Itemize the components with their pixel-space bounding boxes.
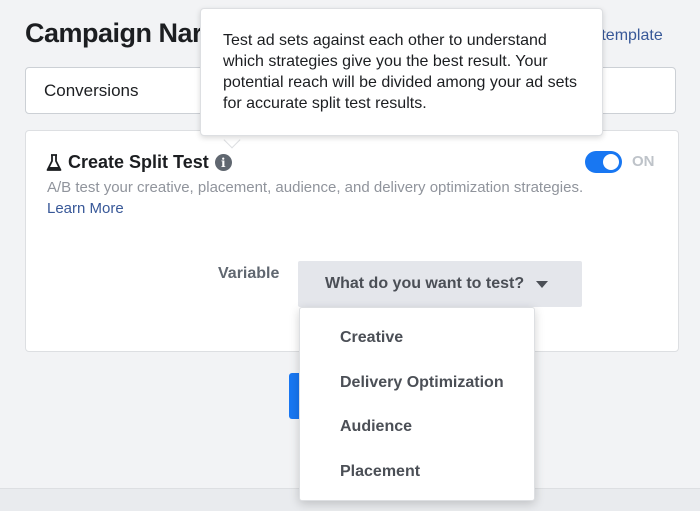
split-test-tooltip: Test ad sets against each other to under… [200, 8, 603, 136]
dropdown-item-delivery-optimization[interactable]: Delivery Optimization [300, 361, 534, 406]
tooltip-text: Test ad sets against each other to under… [223, 32, 577, 112]
campaign-editor: Campaign Nar e template Conversions Crea… [0, 0, 700, 511]
dropdown-item-placement[interactable]: Placement [300, 450, 534, 495]
split-test-header: Create Split Test i [46, 152, 232, 173]
split-test-description: A/B test your creative, placement, audie… [47, 177, 587, 219]
split-test-description-text: A/B test your creative, placement, audie… [47, 179, 584, 196]
toggle-state-label: ON [632, 153, 655, 170]
flask-icon [46, 153, 62, 171]
dropdown-item-creative[interactable]: Creative [300, 316, 534, 361]
toggle-knob [603, 154, 619, 170]
split-test-title: Create Split Test [68, 152, 209, 172]
info-icon[interactable]: i [214, 154, 232, 171]
split-test-toggle[interactable] [585, 151, 622, 173]
objective-value: Conversions [44, 81, 139, 100]
caret-down-icon [536, 280, 549, 288]
variable-dropdown-menu: Creative Delivery Optimization Audience … [299, 307, 535, 501]
learn-more-link[interactable]: Learn More [47, 200, 124, 217]
dropdown-item-audience[interactable]: Audience [300, 405, 534, 450]
campaign-name-heading: Campaign Nar [25, 18, 203, 48]
variable-dropdown-button[interactable]: What do you want to test? [298, 261, 582, 307]
variable-dropdown-text: What do you want to test? [325, 275, 525, 292]
variable-label: Variable [218, 265, 280, 282]
